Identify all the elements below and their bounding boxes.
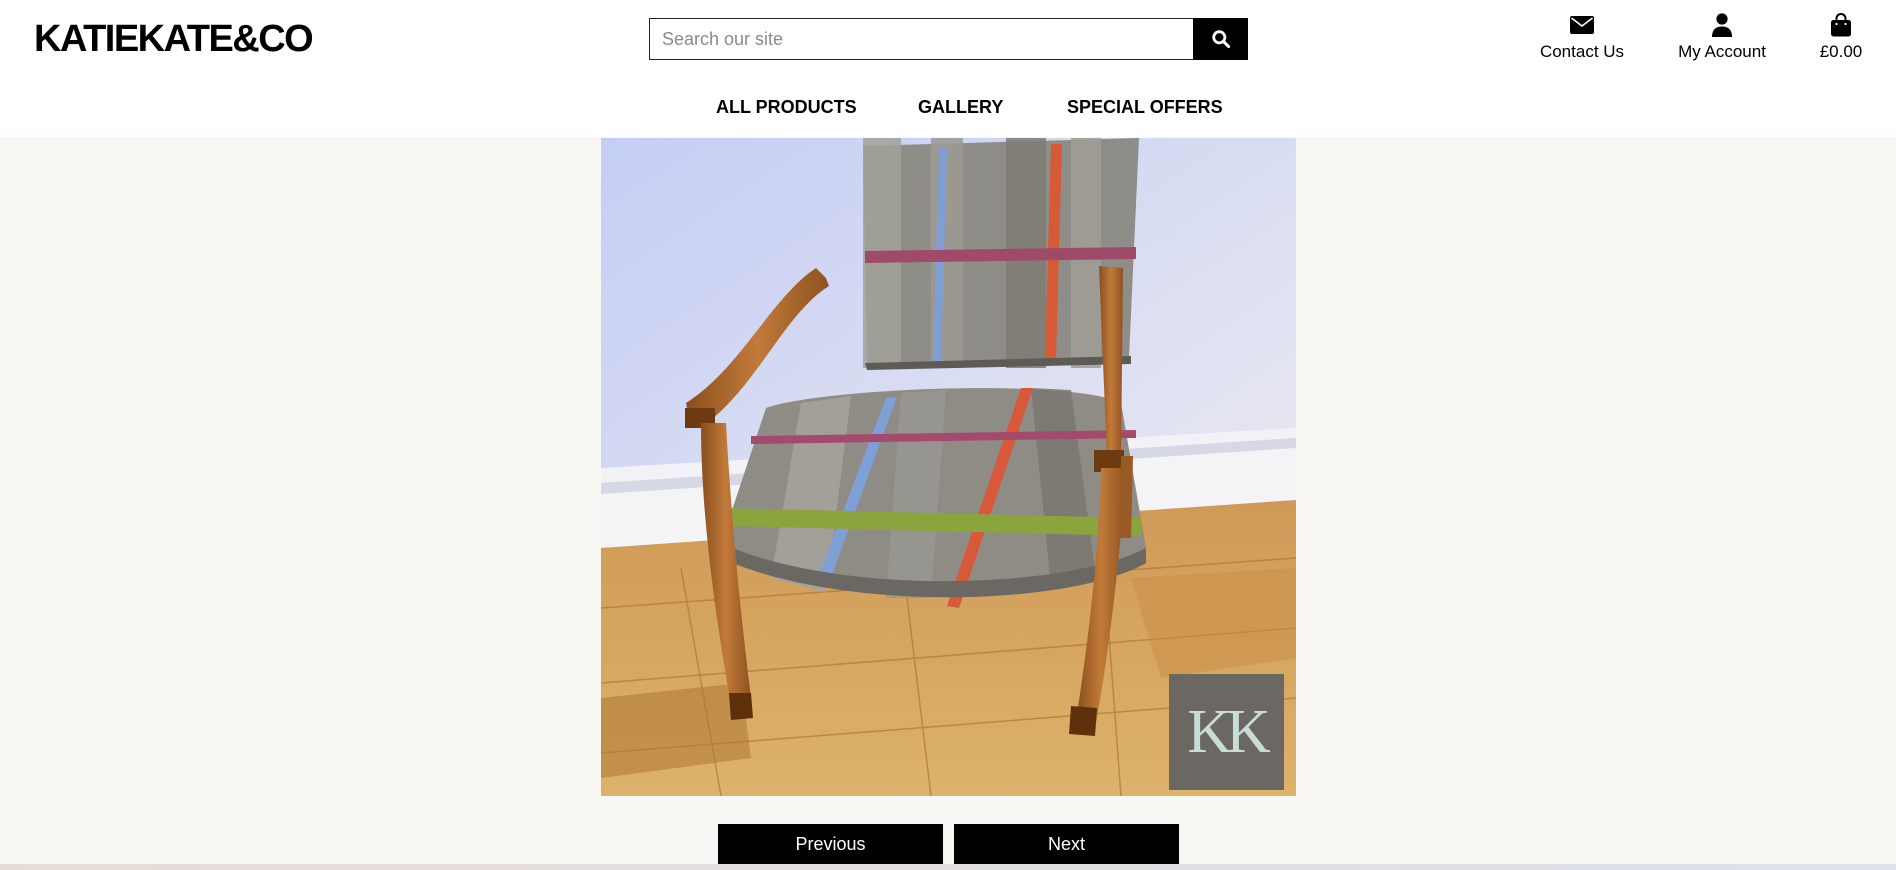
search-form: [649, 18, 1248, 60]
next-button[interactable]: Next: [954, 824, 1179, 864]
nav-special-offers[interactable]: SPECIAL OFFERS: [1067, 92, 1223, 122]
my-account-label: My Account: [1678, 42, 1766, 61]
my-account-link[interactable]: My Account: [1674, 12, 1770, 62]
contact-us-link[interactable]: Contact Us: [1538, 12, 1626, 62]
armchair-photo: KK: [601, 138, 1296, 796]
search-input[interactable]: [649, 18, 1193, 60]
gallery-controls: Previous Next: [0, 824, 1896, 864]
shopping-bag-link[interactable]: £0.00: [1818, 12, 1864, 62]
user-icon: [1712, 13, 1732, 37]
bag-total: £0.00: [1819, 42, 1863, 61]
watermark-kk: KK: [1187, 698, 1271, 766]
bottom-strip: [0, 864, 1896, 870]
nav-gallery[interactable]: GALLERY: [918, 92, 1003, 122]
site-logo[interactable]: KATIEKATE&CO: [34, 14, 314, 64]
contact-us-label: Contact Us: [1539, 42, 1625, 61]
site-header: KATIEKATE&CO Contact Us My Account: [0, 0, 1896, 137]
shopping-bag-icon: [1831, 13, 1851, 37]
search-icon: [1211, 30, 1230, 49]
gallery-image: KK: [601, 138, 1296, 796]
previous-button[interactable]: Previous: [718, 824, 943, 864]
envelope-icon: [1570, 16, 1594, 34]
nav-all-products[interactable]: ALL PRODUCTS: [716, 92, 857, 122]
search-button[interactable]: [1193, 18, 1248, 60]
main-navigation: ALL PRODUCTS GALLERY SPECIAL OFFERS: [0, 92, 1896, 122]
